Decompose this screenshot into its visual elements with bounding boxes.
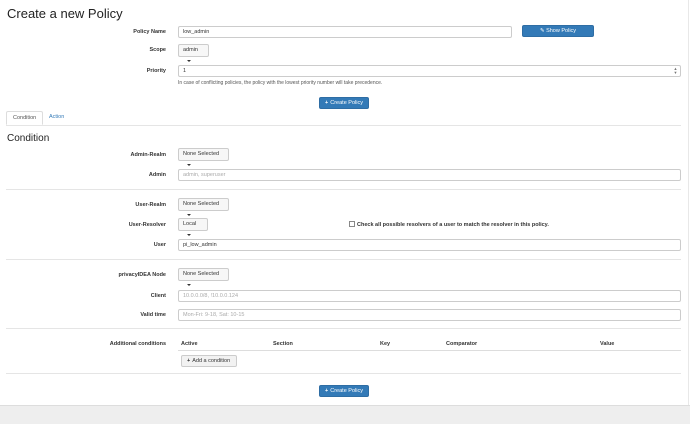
show-policy-templates-button[interactable]: ✎ Show Policy templates: [522, 25, 594, 44]
create-policy-button-bottom[interactable]: + Create Policy: [319, 385, 369, 397]
page-title: Create a new Policy: [7, 6, 123, 21]
admin-input[interactable]: admin, superuser: [178, 169, 681, 181]
scope-select-value: admin: [183, 47, 198, 53]
check-all-resolvers-checkbox[interactable]: [349, 221, 355, 227]
tab-action[interactable]: Action: [43, 111, 70, 125]
plus-icon: +: [325, 100, 329, 106]
user-input[interactable]: pi_low_admin: [178, 239, 681, 251]
add-condition-button[interactable]: + Add a condition: [181, 355, 237, 367]
pencil-icon: ✎: [539, 28, 545, 34]
admin-realm-value: None Selected: [183, 151, 220, 157]
page-footer: [0, 405, 690, 424]
plus-icon: +: [325, 388, 329, 394]
valid-time-label: Valid time: [140, 312, 166, 318]
additional-conditions-label: Additional conditions: [109, 341, 166, 347]
client-input[interactable]: 10.0.0.0/8, !10.0.0.124: [178, 290, 681, 302]
tabs-divider: [6, 125, 681, 126]
admin-realm-select[interactable]: None Selected: [178, 148, 229, 166]
policy-name-label: Policy Name: [133, 29, 166, 35]
divider: [6, 259, 681, 260]
node-label: privacyIDEA Node: [118, 272, 166, 278]
policy-name-input[interactable]: low_admin: [178, 26, 512, 38]
column-value: Value: [600, 341, 615, 347]
valid-time-input[interactable]: Mon-Fri: 9-18, Sat: 10-15: [178, 309, 681, 321]
admin-realm-label: Admin-Realm: [130, 152, 166, 158]
create-policy-bottom-label: Create Policy: [330, 388, 363, 394]
plus-icon: +: [187, 358, 191, 364]
create-policy-button[interactable]: + Create Policy: [319, 97, 369, 109]
user-realm-value: None Selected: [183, 201, 220, 207]
caret-down-icon: [187, 163, 191, 166]
scope-label: Scope: [149, 47, 166, 53]
user-label: User: [153, 242, 166, 248]
client-label: Client: [150, 293, 166, 299]
condition-heading: Condition: [7, 133, 50, 144]
caret-down-icon: [187, 59, 191, 62]
priority-input[interactable]: 1 ▲ ▼: [178, 65, 681, 77]
column-key: Key: [380, 341, 391, 347]
caret-down-icon: [187, 233, 191, 236]
column-section: Section: [273, 341, 293, 347]
number-spinner-icon[interactable]: ▲ ▼: [673, 67, 678, 75]
priority-label: Priority: [146, 68, 166, 74]
caret-down-icon: [187, 213, 191, 216]
column-active: Active: [181, 341, 198, 347]
user-realm-select[interactable]: None Selected: [178, 198, 229, 216]
divider: [6, 328, 681, 329]
tab-condition[interactable]: Condition: [6, 111, 43, 125]
user-realm-label: User-Realm: [135, 202, 166, 208]
check-all-resolvers-label: Check all possible resolvers of a user t…: [357, 222, 549, 228]
priority-help-text: In case of conflicting policies, the pol…: [178, 80, 383, 86]
divider: [6, 373, 681, 374]
show-policy-templates-label: Show Policy templates: [546, 28, 577, 44]
policy-page: Create a new Policy Policy Name low_admi…: [0, 0, 690, 424]
priority-value: 1: [183, 68, 187, 74]
caret-down-icon: [187, 283, 191, 286]
divider: [6, 189, 681, 190]
user-resolver-select[interactable]: Local: [178, 218, 208, 236]
node-value: None Selected: [183, 271, 220, 277]
scope-select[interactable]: admin: [178, 44, 209, 62]
admin-label: Admin: [148, 172, 166, 178]
column-comparator: Comparator: [446, 341, 478, 347]
conditions-table-divider: [178, 350, 681, 351]
user-resolver-value: Local: [183, 221, 197, 227]
node-select[interactable]: None Selected: [178, 268, 229, 286]
create-policy-label: Create Policy: [330, 100, 363, 106]
panel-border: [688, 0, 689, 405]
user-resolver-label: User-Resolver: [128, 222, 166, 228]
add-condition-label: Add a condition: [192, 358, 231, 364]
